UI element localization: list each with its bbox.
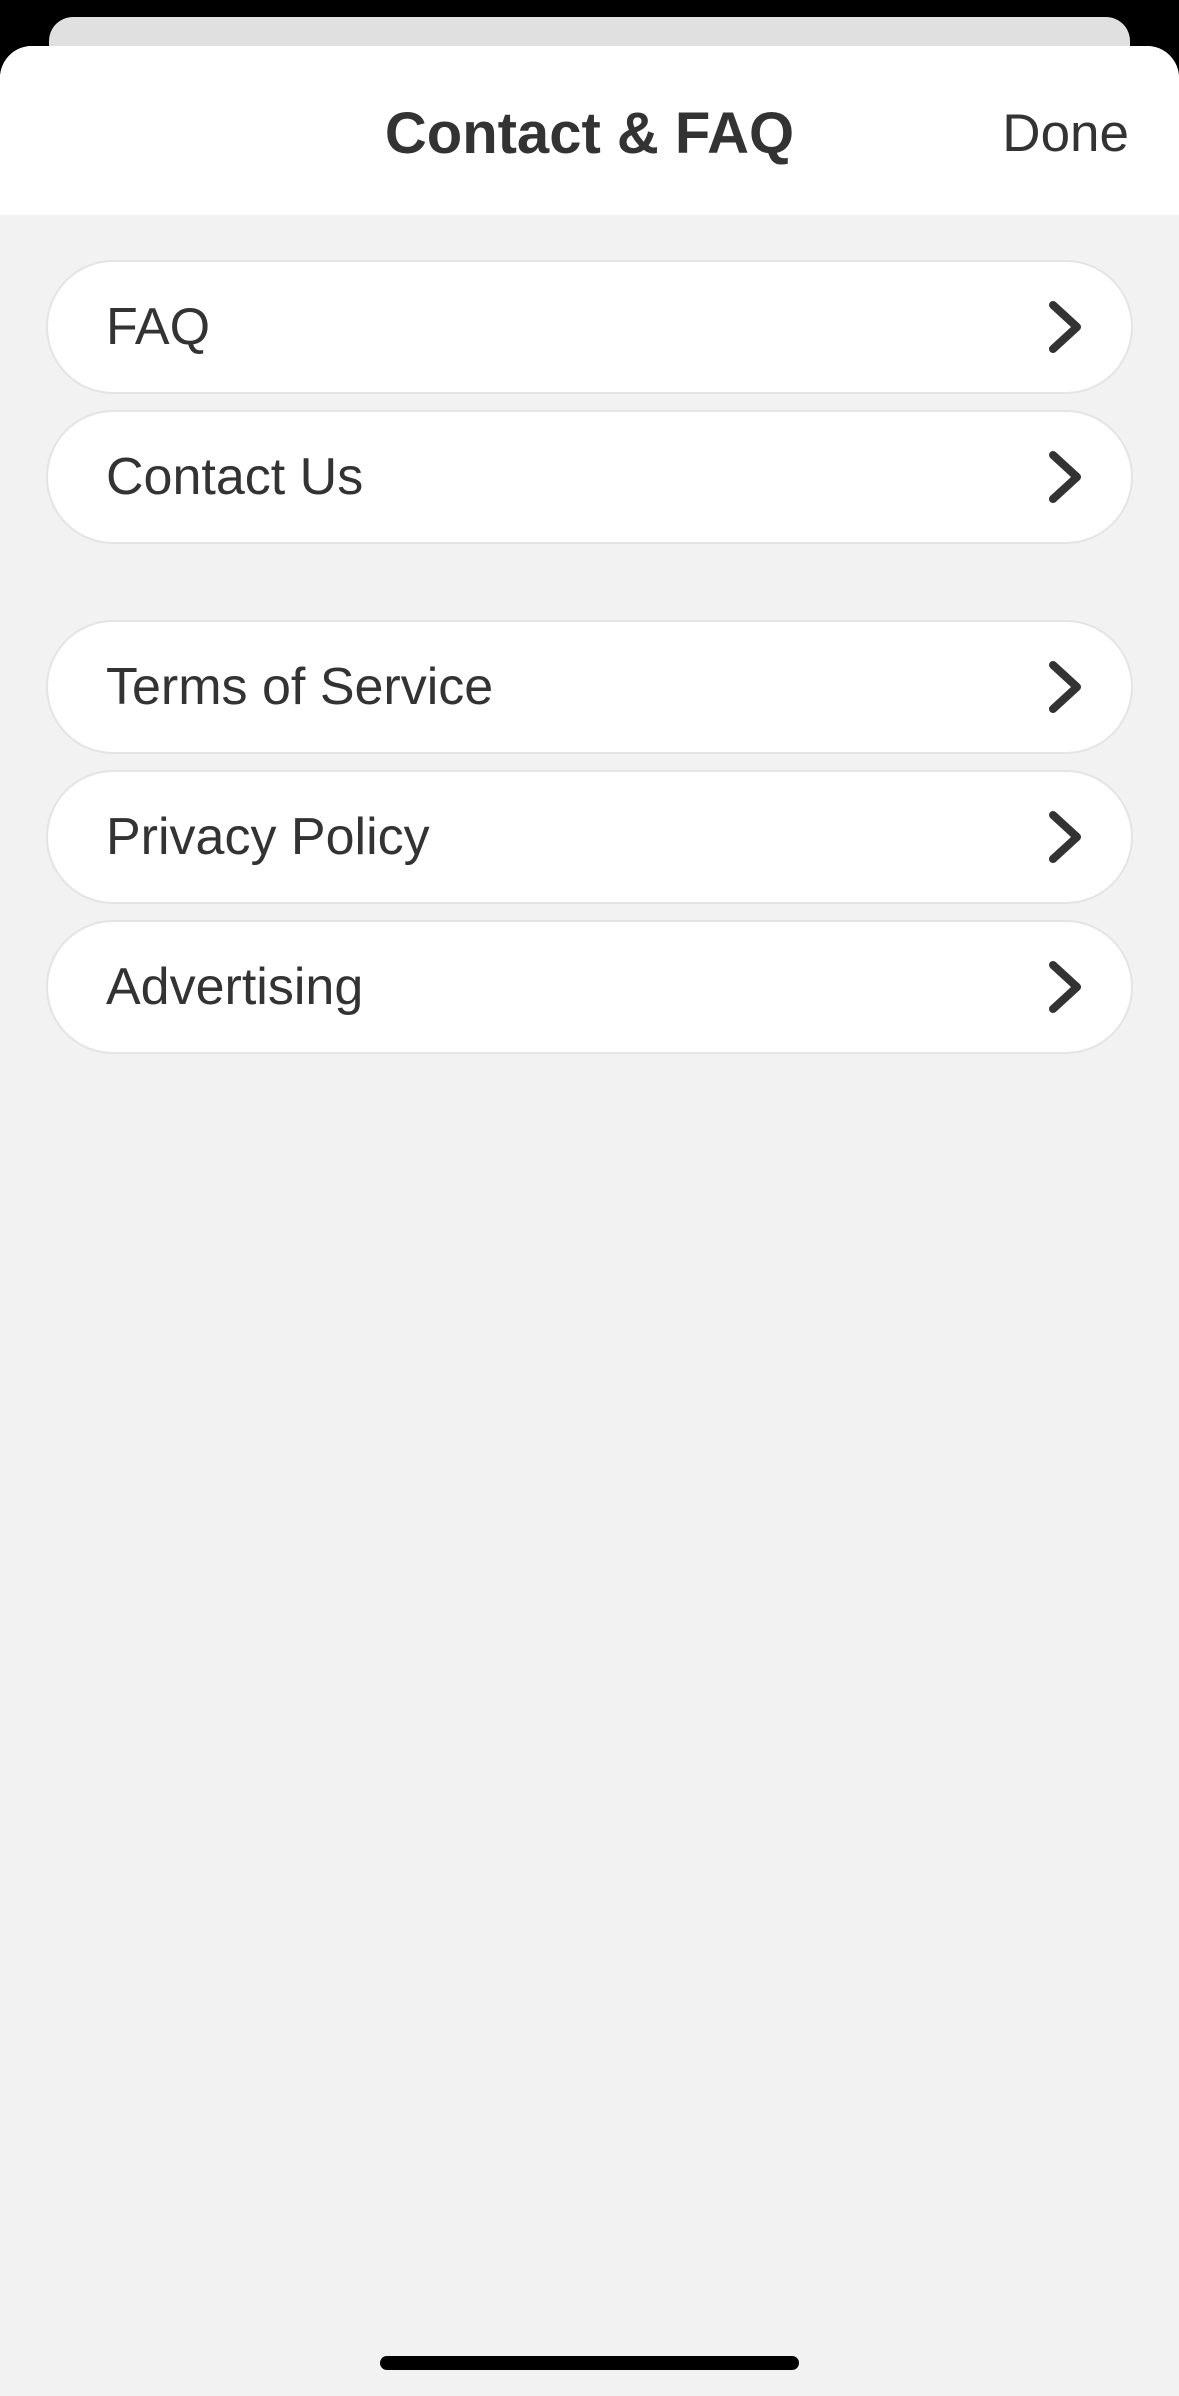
- row-label: FAQ: [106, 298, 211, 356]
- row-label: Privacy Policy: [106, 808, 430, 866]
- row-label: Terms of Service: [106, 658, 494, 716]
- done-button[interactable]: Done: [1002, 98, 1129, 170]
- advertising-row[interactable]: Advertising: [46, 920, 1133, 1054]
- help-group: FAQ Contact Us: [46, 260, 1133, 560]
- chevron-right-icon: [1049, 451, 1081, 503]
- legal-group: Terms of Service Privacy Policy Advertis…: [46, 620, 1133, 1070]
- chevron-right-icon: [1049, 961, 1081, 1013]
- privacy-policy-row[interactable]: Privacy Policy: [46, 770, 1133, 904]
- chevron-right-icon: [1049, 301, 1081, 353]
- nav-bar: Contact & FAQ Done: [0, 46, 1179, 215]
- chevron-right-icon: [1049, 811, 1081, 863]
- home-indicator[interactable]: [380, 2356, 799, 2370]
- contact-us-row[interactable]: Contact Us: [46, 410, 1133, 544]
- terms-of-service-row[interactable]: Terms of Service: [46, 620, 1133, 754]
- contact-faq-sheet: Contact & FAQ Done FAQ Contact Us Terms …: [0, 46, 1179, 2396]
- row-label: Advertising: [106, 958, 364, 1016]
- screen: Contact & FAQ Done FAQ Contact Us Terms …: [0, 0, 1179, 2396]
- faq-row[interactable]: FAQ: [46, 260, 1133, 394]
- chevron-right-icon: [1049, 661, 1081, 713]
- row-label: Contact Us: [106, 448, 364, 506]
